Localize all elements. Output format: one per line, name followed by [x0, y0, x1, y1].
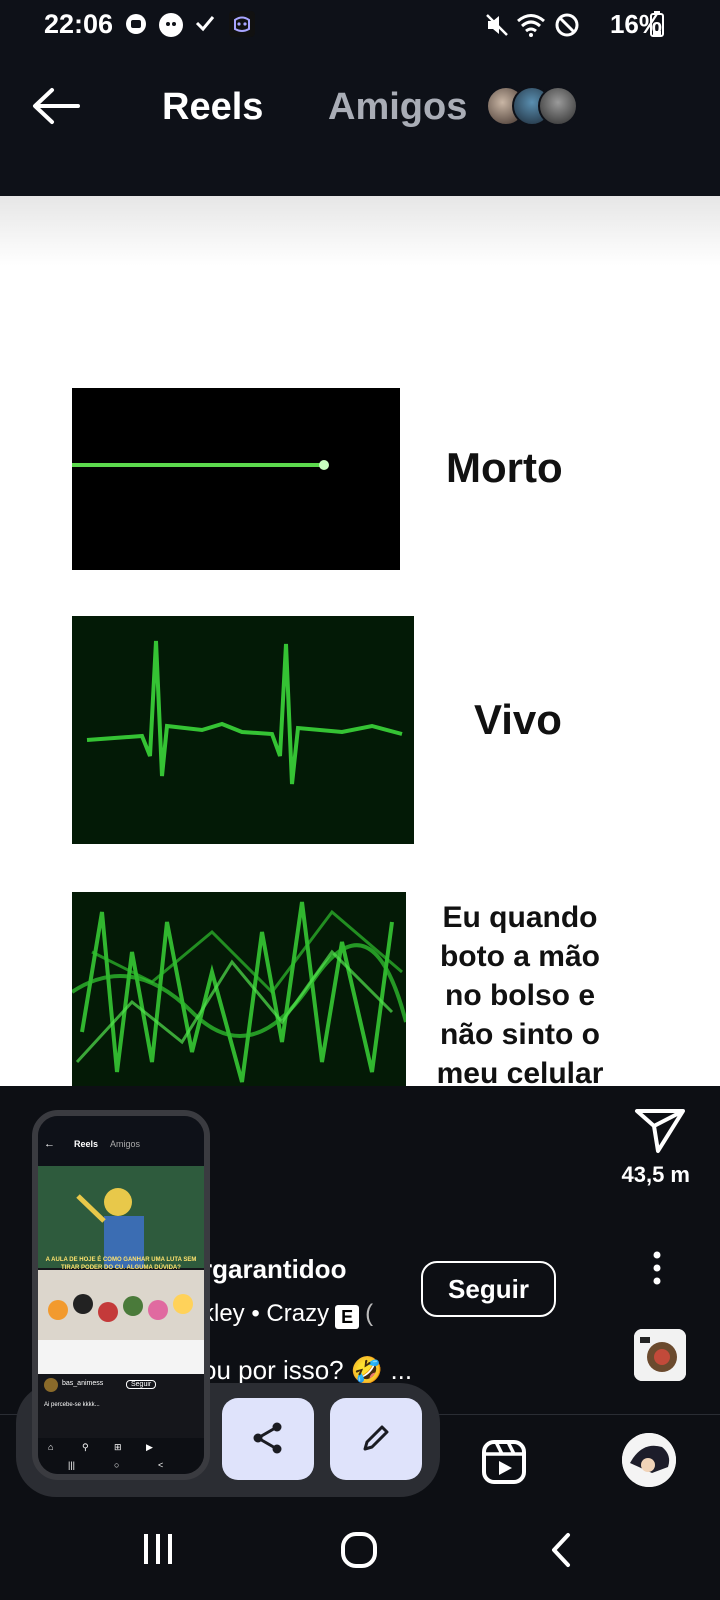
music-extra: ( — [365, 1300, 374, 1327]
system-navigation-bar — [0, 1515, 720, 1600]
comment-count: 233 — [640, 908, 676, 931]
caption-line: boto a mão — [439, 940, 600, 973]
tab-friends[interactable]: Amigos — [328, 86, 467, 129]
thumb-caption: Ai percebe-se kkkk... — [44, 1402, 100, 1408]
reels-header: Reels Amigos — [0, 50, 720, 196]
do-not-disturb-icon — [555, 13, 579, 37]
check-icon — [195, 16, 215, 32]
screenshot-share-button[interactable] — [222, 1398, 314, 1480]
caption-phone: Eu quando boto a mão no bolso e não sint… — [420, 898, 620, 1086]
caption-dead: Morto — [446, 444, 563, 491]
screenshot-thumbnail[interactable]: ← Reels Amigos A AULA DE HOJE É COMO GAN… — [32, 1110, 210, 1480]
friends-avatars[interactable] — [486, 86, 586, 130]
share-count: 43,5 m — [621, 1162, 691, 1187]
status-time: 22:06 — [44, 9, 114, 39]
status-bar: 22:06 16% — [0, 0, 720, 50]
thumb-follow-button: Seguir — [126, 1380, 157, 1389]
battery-icon — [650, 11, 664, 37]
thumb-back-icon: < — [158, 1460, 164, 1470]
thumb-home-button-icon: ○ — [114, 1460, 120, 1470]
audio-thumbnail[interactable] — [634, 1329, 686, 1381]
thumb-add-icon: ⊞ — [114, 1442, 122, 1452]
caption-alive: Vivo — [474, 696, 562, 743]
caption-line: Eu quando — [442, 901, 598, 934]
heartbeat-graph — [86, 640, 403, 785]
thumb-username: bas_animess — [62, 1380, 104, 1387]
recent-apps-icon[interactable] — [140, 1531, 176, 1567]
explicit-badge: E — [335, 1305, 360, 1329]
music-title: kley • Crazy — [202, 1300, 330, 1327]
profile-avatar-image — [622, 1433, 676, 1487]
post-caption[interactable]: ou por isso? 🤣 ... — [202, 1355, 412, 1386]
thumb-reels-icon: ▶ — [146, 1442, 153, 1452]
music-info[interactable]: kley • Crazy E( — [202, 1300, 373, 1329]
reels-nav-icon[interactable] — [482, 1440, 526, 1484]
thumb-avatar — [44, 1378, 58, 1392]
screenshot-edit-button[interactable] — [330, 1398, 422, 1480]
thumb-meme-top — [38, 1166, 204, 1268]
discord-notification-icon — [229, 11, 255, 37]
follow-button[interactable]: Seguir — [421, 1261, 556, 1317]
flatline-panel — [72, 388, 400, 570]
heartbeat-panel — [72, 616, 414, 844]
send-share-icon[interactable] — [634, 1108, 686, 1154]
home-icon[interactable] — [340, 1531, 378, 1569]
tab-reels[interactable]: Reels — [162, 86, 263, 129]
thumb-home-icon: ⌂ — [48, 1442, 54, 1452]
screen-record-icon — [126, 14, 146, 34]
back-icon[interactable] — [548, 1531, 574, 1569]
profile-nav-avatar[interactable] — [622, 1433, 676, 1487]
thumb-post-info: bas_animess Seguir Ai percebe-se kkkk... — [38, 1374, 204, 1438]
mute-icon — [486, 14, 508, 36]
thumb-tab-friends: Amigos — [110, 1139, 141, 1149]
chaos-panel — [72, 892, 406, 1086]
flatline-graph — [72, 460, 329, 470]
thumb-header: ← Reels Amigos — [38, 1116, 204, 1166]
repost-count: 11,5 m — [625, 1043, 691, 1066]
like-count: 114 m — [628, 774, 688, 797]
caption-line: não sinto o — [440, 1018, 600, 1051]
wifi-icon — [517, 14, 545, 37]
thumb-back-arrow: ← — [44, 1138, 55, 1150]
thumb-recents-icon: ||| — [68, 1460, 76, 1470]
like-heart-icon[interactable] — [632, 700, 688, 750]
back-arrow-icon[interactable] — [30, 84, 82, 128]
thumb-meme-bottom — [38, 1270, 204, 1374]
app-notification-icon — [159, 13, 183, 37]
friend-avatar — [538, 86, 578, 126]
share-icon — [253, 1422, 282, 1453]
chaos-graph — [72, 901, 406, 1083]
thumb-tab-reels: Reels — [74, 1139, 99, 1149]
pencil-icon — [363, 1425, 389, 1450]
reel-video[interactable]: Morto Vivo Eu quando boto a mão no bolso… — [0, 196, 720, 1086]
more-options-icon[interactable] — [652, 1250, 662, 1286]
thumb-classroom-image — [38, 1166, 204, 1268]
caption-line: meu celular — [436, 1057, 604, 1086]
thumb-bottom-nav: ⌂ ⚲ ⊞ ▶ ||| ○ < — [38, 1438, 204, 1474]
thumb-search-icon: ⚲ — [82, 1442, 89, 1452]
caption-line: no bolso e — [445, 979, 595, 1012]
repost-icon[interactable] — [634, 968, 688, 1022]
post-username[interactable]: rgarantidoo — [202, 1254, 346, 1285]
audio-artwork — [634, 1329, 686, 1381]
thumb-anime-group-image — [38, 1270, 204, 1374]
comment-icon[interactable] — [632, 832, 688, 888]
